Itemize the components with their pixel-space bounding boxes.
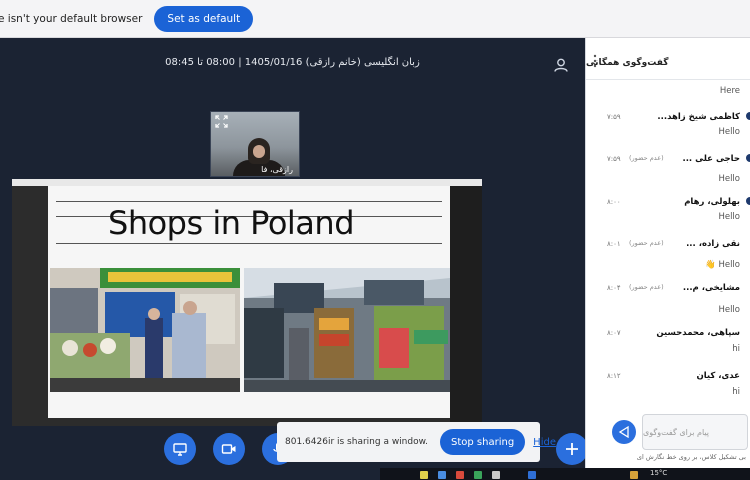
chat-message-text: Hello (718, 127, 740, 137)
chat-message-text: Hello (718, 174, 740, 184)
avatar (746, 112, 750, 120)
chat-message: نقی زاده، ... ۸:۰۱ (عدم حضور) 👋 Hello (585, 239, 750, 273)
chat-sender-name: نقی زاده، ... (686, 239, 740, 249)
slide-rule-lower (56, 243, 442, 244)
stop-sharing-button[interactable]: Stop sharing (440, 429, 526, 455)
chat-message: حاجی علی ... ۷:۵۹ (عدم حضور) Hello (585, 154, 750, 188)
add-button[interactable] (556, 433, 588, 465)
chat-message: کاظمی شیخ زاهد... ۷:۵۹ Hello (585, 112, 750, 142)
webcam-person-face (253, 145, 265, 158)
taskbar-app-icon[interactable] (492, 471, 500, 479)
monitor-icon (173, 443, 187, 456)
slide: Shops in Poland (48, 186, 450, 418)
market-photo-left (50, 268, 240, 392)
chat-message-time: ۸:۰۷ (607, 329, 621, 337)
avatar (746, 197, 750, 205)
expand-icon[interactable] (215, 115, 228, 128)
chat-panel: گفت‌وگوی همگانی Here کاظمی شیخ زاهد... ۷… (585, 38, 750, 480)
chat-message-time: ۸:۰۱ (607, 240, 621, 248)
temperature-label: 15°C (650, 469, 668, 477)
hide-link[interactable]: Hide (533, 437, 556, 448)
set-as-default-button[interactable]: Set as default (154, 5, 254, 32)
camera-button[interactable] (213, 433, 245, 465)
chat-message-time: ۸:۰۴ (607, 284, 621, 292)
webcam-name-label: رازقی، فا (261, 165, 293, 174)
chat-message-time: ۷:۵۹ (607, 155, 621, 163)
taskbar-app-icon[interactable] (456, 471, 464, 479)
browser-notice-bar: e isn't your default browser Set as defa… (0, 0, 750, 38)
chat-message-text: 👋 Hello (705, 260, 740, 270)
chat-message-text: Hello (718, 305, 740, 315)
webcam-video[interactable]: رازقی، فا (210, 111, 300, 177)
chat-sender-name: سپاهی، محمدحسین (656, 328, 740, 338)
more-options-icon[interactable] (592, 54, 598, 68)
chat-message-text: Here (719, 86, 740, 96)
slide-rule-top (56, 201, 442, 202)
plus-icon (566, 443, 578, 455)
chat-message: سپاهی، محمدحسین ۸:۰۷ hi (585, 328, 750, 358)
sharing-status-text: 801.6426ir is sharing a window. (285, 437, 428, 447)
chat-header: گفت‌وگوی همگانی (586, 46, 750, 80)
slide-title: Shops in Poland (108, 204, 355, 242)
weather-icon[interactable] (630, 471, 638, 479)
chat-message-text: hi (732, 387, 740, 397)
chat-absent-tag: (عدم حضور) (629, 283, 664, 291)
video-camera-icon (221, 444, 236, 454)
taskbar: 15°C (380, 468, 750, 480)
taskbar-app-icon[interactable] (420, 471, 428, 479)
shared-window: Shops in Poland (12, 179, 482, 426)
meeting-area: زبان انگلیسی (خانم رازقی) 1405/01/16 | 0… (0, 38, 588, 480)
chat-absent-tag: (عدم حضور) (629, 239, 664, 247)
chat-sender-name: بهلولی، رهام (684, 197, 740, 207)
taskbar-app-icon[interactable] (438, 471, 446, 479)
taskbar-app-icon[interactable] (474, 471, 482, 479)
chat-message-time: ۷:۵۹ (607, 113, 621, 121)
avatar (746, 154, 750, 162)
send-icon (618, 426, 629, 438)
chat-sender-name: حاجی علی ... (682, 154, 740, 164)
chat-message: Here (585, 86, 750, 100)
chat-sender-name: کاظمی شیخ زاهد... (657, 112, 740, 122)
browser-notice-text: e isn't your default browser (0, 12, 143, 25)
chat-message: بهلولی، رهام ۸:۰۰ Hello (585, 197, 750, 227)
meeting-title: زبان انگلیسی (خانم رازقی) 1405/01/16 | 0… (165, 56, 420, 68)
shared-window-titlebar (12, 179, 482, 186)
meeting-header: زبان انگلیسی (خانم رازقی) 1405/01/16 | 0… (0, 38, 585, 86)
chat-input-placeholder: پیام برای گفت‌وگوی (643, 427, 710, 437)
chat-message-input[interactable]: پیام برای گفت‌وگوی (642, 414, 748, 450)
chat-message-text: Hello (718, 212, 740, 222)
chat-message-text: hi (732, 344, 740, 354)
chat-message: مشایخی، م... ۸:۰۴ (عدم حضور) Hello (585, 283, 750, 317)
chat-message-time: ۸:۱۲ (607, 372, 621, 380)
chat-sender-name: مشایخی، م... (682, 283, 740, 293)
chat-absent-tag: (عدم حضور) (629, 154, 664, 162)
chat-title: گفت‌وگوی همگانی (586, 57, 669, 68)
share-screen-button[interactable] (164, 433, 196, 465)
send-button[interactable] (612, 420, 636, 444)
chat-message: عدی، کیان ۸:۱۲ hi (585, 371, 750, 401)
taskbar-app-icon[interactable] (528, 471, 536, 479)
shared-window-scroll-area (450, 186, 482, 426)
chat-message-time: ۸:۰۰ (607, 198, 621, 206)
chat-sender-name: عدی، کیان (696, 371, 740, 381)
market-photo-right (244, 268, 450, 392)
sharing-popup: 801.6426ir is sharing a window. Stop sha… (277, 422, 556, 462)
chat-hint-text: بی تشکیل کلاس، بر روی خط نگارش ای (636, 453, 746, 461)
user-icon[interactable] (553, 58, 569, 72)
